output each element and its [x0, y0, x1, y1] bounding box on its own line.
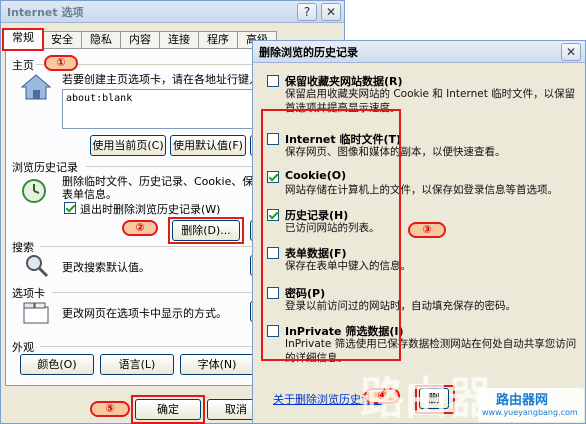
watermark-site-name: 路由器网 [496, 393, 549, 408]
use-current-button[interactable]: 使用当前页(C) [90, 135, 166, 156]
homepage-hint: 若要创建主页选项卡，请在各地址行键入地 [62, 73, 271, 86]
highlight-general-tab [2, 28, 44, 51]
appearance-label: 外观 [12, 341, 34, 354]
history-desc-line2: 表单信息。 [62, 188, 117, 201]
fonts-button[interactable]: 字体(N) [180, 354, 254, 375]
watermark-text: 路由器 [360, 373, 492, 424]
preserve-favorites-checkbox[interactable] [267, 75, 279, 87]
dialog-title-bar: 删除浏览的历史记录 [253, 41, 585, 63]
highlight-ok-button [131, 395, 205, 424]
languages-button[interactable]: 语言(L) [100, 354, 174, 375]
search-desc: 更改搜索默认值。 [62, 261, 150, 274]
magnifier-icon [26, 255, 49, 278]
highlight-options [261, 109, 401, 361]
history-clock-icon [22, 179, 46, 203]
tab-security[interactable]: 安全 [42, 31, 82, 49]
watermark-url: www.yueyangbang.com [482, 408, 578, 417]
callout-5: ⑤ [90, 401, 130, 417]
callout-2: ② [122, 220, 158, 236]
house-icon [20, 74, 52, 100]
tabs-desc: 更改网页在选项卡中显示的方式。 [62, 307, 227, 320]
tab-connections[interactable]: 连接 [159, 31, 199, 49]
tab-content[interactable]: 内容 [120, 31, 160, 49]
close-button[interactable]: ✕ [321, 3, 341, 21]
help-button[interactable]: ? [297, 3, 317, 21]
tab-programs[interactable]: 程序 [198, 31, 238, 49]
homepage-label: 主页 [12, 59, 34, 72]
tabs-section-label: 选项卡 [12, 287, 45, 300]
tabs-icon [23, 302, 49, 324]
highlight-delete-button [168, 217, 244, 244]
delete-on-exit-checkbox[interactable] [64, 202, 76, 214]
callout-3: ③ [408, 222, 446, 238]
dialog-close-button[interactable]: ✕ [561, 43, 581, 61]
watermark-badge: 路由器网 www.yueyangbang.com [478, 388, 584, 422]
use-default-button[interactable]: 使用默认值(F) [170, 135, 246, 156]
dialog-title: 删除浏览的历史记录 [259, 45, 358, 59]
window-title: Internet 选项 [7, 5, 84, 19]
delete-on-exit-label: 退出时删除浏览历史记录(W) [80, 203, 221, 216]
colors-button[interactable]: 颜色(O) [20, 354, 94, 375]
tab-privacy[interactable]: 隐私 [81, 31, 121, 49]
title-bar: Internet 选项 [1, 1, 344, 23]
callout-1: ① [44, 55, 78, 71]
